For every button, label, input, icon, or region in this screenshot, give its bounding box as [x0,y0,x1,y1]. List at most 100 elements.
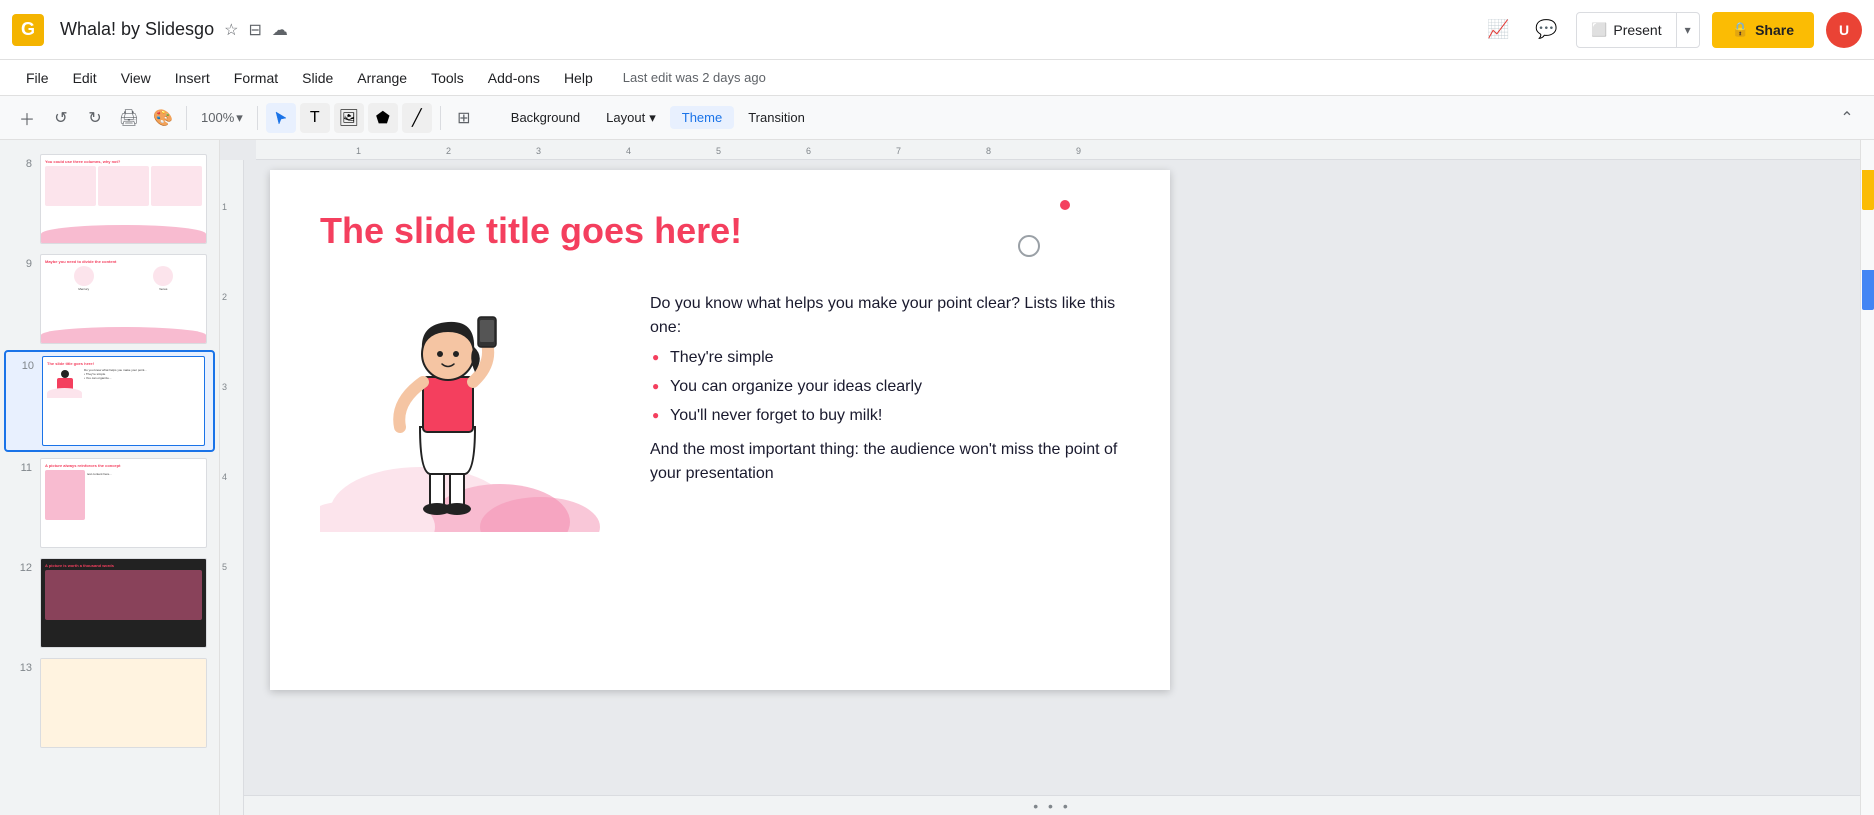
main-area: 8 You could use three columns, why not? … [0,140,1874,815]
top-bar: G Whala! by Slidesgo ☆ ⊟ ☁ 📈 💬 ⬜ Present… [0,0,1874,60]
slide-figure [320,282,620,537]
menu-arrange[interactable]: Arrange [347,66,417,90]
slide-thumbnail-9[interactable]: 9 Maybe you need to divide the content M… [4,250,215,348]
slide-thumbnail-12[interactable]: 12 A picture is worth a thousand words [4,554,215,652]
menu-file[interactable]: File [16,66,59,90]
character-illustration [320,282,600,532]
slide-title[interactable]: The slide title goes here! [270,170,1170,272]
image-tool-button[interactable]: 🖼 [334,103,364,133]
zoom-label: 100% [201,110,234,125]
present-button-group: ⬜ Present ▾ [1576,12,1699,48]
slide-number-13: 13 [12,658,32,674]
slide-paragraph-2: And the most important thing: the audien… [650,438,1120,486]
slide-bullet-list: They're simple You can organize your ide… [650,344,1120,430]
last-edit-text: Last edit was 2 days ago [623,70,766,85]
user-avatar[interactable]: U [1826,12,1862,48]
top-right-actions: 📈 💬 ⬜ Present ▾ 🔒 Share U [1480,12,1862,48]
slide-paragraph-1: Do you know what helps you make your poi… [650,292,1120,340]
menu-slide[interactable]: Slide [292,66,343,90]
analytics-icon[interactable]: 📈 [1480,12,1516,48]
slide-canvas[interactable]: The slide title goes here! [270,170,1170,690]
right-panel [1860,140,1874,815]
slide-number-8: 8 [12,154,32,170]
layout-button[interactable]: Layout ▾ [594,106,668,130]
folder-icon[interactable]: ⊟ [248,20,261,40]
background-button[interactable]: Background [499,106,592,129]
transition-button[interactable]: Transition [736,106,817,129]
svg-text:5: 5 [716,146,721,156]
line-tool-button[interactable]: ╱ [402,103,432,133]
toolbar-separator-2 [257,106,258,130]
slide-thumbnail-11[interactable]: 11 A picture always reinforces the conce… [4,454,215,552]
doc-title: Whala! by Slidesgo [60,19,214,40]
svg-text:3: 3 [536,146,541,156]
zoom-selector[interactable]: 100% ▾ [195,103,249,133]
handle-dots: • • • [1033,798,1070,814]
slide-preview-10: The slide title goes here! Do you know w… [42,356,205,446]
cloud-icon[interactable]: ☁ [272,20,288,40]
svg-text:2: 2 [446,146,451,156]
slide-number-9: 9 [12,254,32,270]
svg-text:8: 8 [986,146,991,156]
transition-label: Transition [748,110,805,125]
slide-text-content: Do you know what helps you make your poi… [650,282,1120,486]
menu-format[interactable]: Format [224,66,288,90]
menu-addons[interactable]: Add-ons [478,66,550,90]
layout-arrow-icon: ▾ [649,110,656,126]
redo-button[interactable]: ↻ [80,103,110,133]
svg-text:4: 4 [626,146,631,156]
toolbar-right-actions: ⌃ [1832,103,1862,133]
select-tool-button[interactable] [266,103,296,133]
slide-bullet-2: You can organize your ideas clearly [670,373,1120,402]
canvas-area: 1 2 3 4 5 6 7 8 9 1 2 3 4 5 [220,140,1860,815]
menu-bar: File Edit View Insert Format Slide Arran… [0,60,1874,96]
svg-text:1: 1 [356,146,361,156]
slide-bullet-1: They're simple [670,344,1120,373]
paint-format-button[interactable]: 🎨 [148,103,178,133]
ruler-vertical: 1 2 3 4 5 [220,160,244,815]
layout-icon-button[interactable]: ⊞ [449,103,479,133]
svg-text:3: 3 [222,382,227,392]
comment-icon[interactable]: 💬 [1528,12,1564,48]
slide-body: Do you know what helps you make your poi… [270,272,1170,547]
menu-tools[interactable]: Tools [421,66,474,90]
svg-text:6: 6 [806,146,811,156]
app-icon: G [12,14,44,46]
ruler-horizontal: 1 2 3 4 5 6 7 8 9 [256,140,1860,160]
slide-preview-8: You could use three columns, why not? [40,154,207,244]
lock-icon: 🔒 [1732,21,1749,38]
share-button[interactable]: 🔒 Share [1712,12,1814,48]
menu-help[interactable]: Help [554,66,603,90]
menu-insert[interactable]: Insert [165,66,220,90]
svg-text:9: 9 [1076,146,1081,156]
undo-button[interactable]: ↺ [46,103,76,133]
text-tool-button[interactable]: T [300,103,330,133]
svg-text:4: 4 [222,472,227,482]
slide-number-10: 10 [14,356,34,372]
slide-thumbnail-8[interactable]: 8 You could use three columns, why not? [4,150,215,248]
toolbar: ＋ ↺ ↻ 🖨 🎨 100% ▾ T 🖼 ⬟ ╱ ⊞ Background La… [0,96,1874,140]
menu-edit[interactable]: Edit [63,66,107,90]
star-icon[interactable]: ☆ [224,20,238,40]
add-button[interactable]: ＋ [12,103,42,133]
theme-button[interactable]: Theme [670,106,734,129]
slide-preview-11: A picture always reinforces the concept … [40,458,207,548]
menu-view[interactable]: View [111,66,161,90]
collapse-toolbar-button[interactable]: ⌃ [1832,103,1862,133]
slide-thumbnail-10[interactable]: 10 The slide title goes here! Do you kno… [4,350,215,452]
present-dropdown-arrow[interactable]: ▾ [1677,13,1699,47]
print-button[interactable]: 🖨 [114,103,144,133]
slide-panel: 8 You could use three columns, why not? … [0,140,220,815]
share-label: Share [1755,22,1794,38]
slide-thumbnail-13[interactable]: 13 [4,654,215,752]
doc-title-area: Whala! by Slidesgo ☆ ⊟ ☁ [60,19,1472,40]
present-label: Present [1613,22,1661,38]
deco-circle-outline [1018,235,1040,257]
present-button[interactable]: ⬜ Present [1577,13,1676,47]
shape-tool-button[interactable]: ⬟ [368,103,398,133]
svg-text:5: 5 [222,562,227,572]
theme-label: Theme [682,110,722,125]
bottom-panel-handle[interactable]: • • • [244,795,1860,815]
svg-text:7: 7 [896,146,901,156]
svg-text:2: 2 [222,292,227,302]
